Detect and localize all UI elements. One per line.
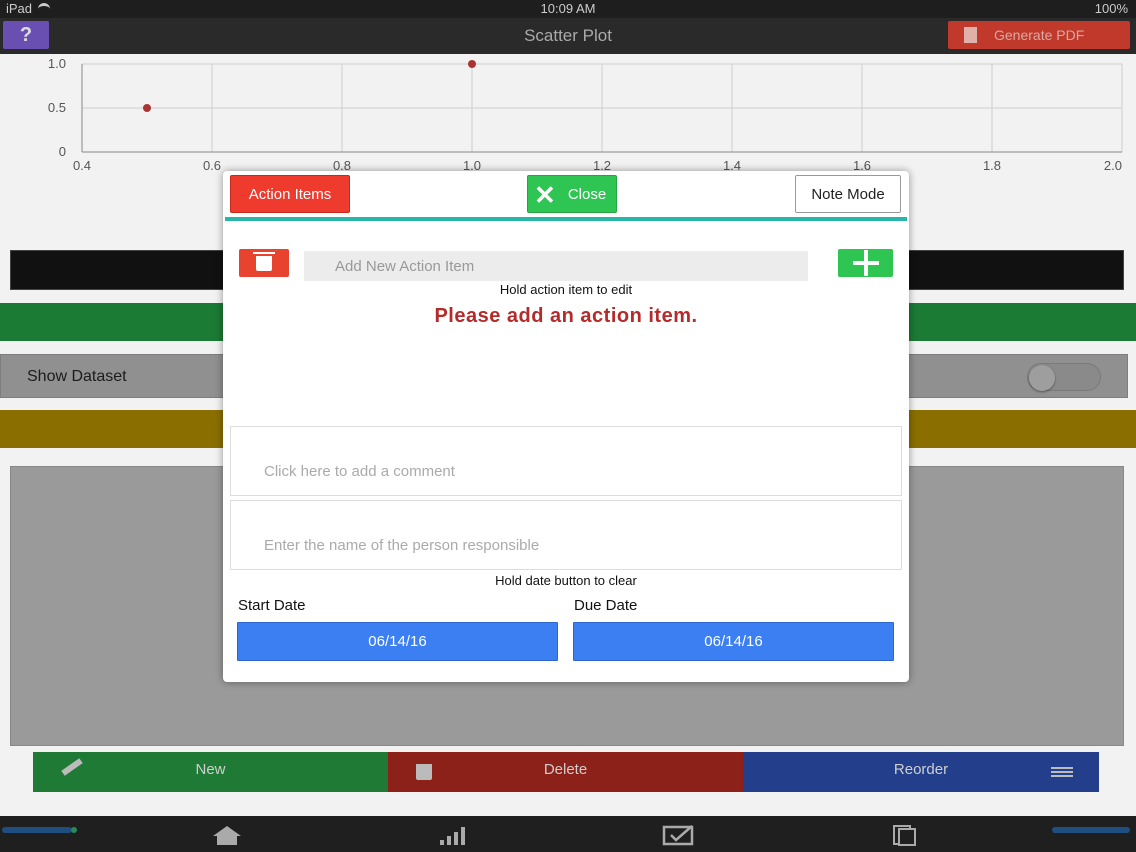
tab-divider — [225, 217, 907, 221]
delete-action-item-button[interactable] — [239, 249, 289, 277]
brand-logo-left — [2, 824, 80, 839]
generate-pdf-button[interactable]: Generate PDF — [948, 21, 1130, 49]
date-hint: Hold date button to clear — [495, 573, 637, 588]
close-button[interactable]: ✕ Close — [527, 175, 617, 213]
bar-chart-icon[interactable] — [438, 824, 468, 846]
document-icon — [964, 27, 977, 43]
empty-state-message: Please add an action item. — [434, 305, 698, 327]
documents-icon-graphic — [893, 825, 916, 846]
note-mode-button[interactable]: Note Mode — [795, 175, 901, 213]
nav-bar: ? Scatter Plot Generate PDF — [0, 18, 1136, 54]
trash-icon — [253, 252, 275, 271]
start-date-button[interactable]: 06/14/16 — [237, 622, 558, 661]
checklist-icon-graphic — [662, 825, 694, 846]
home-icon[interactable] — [211, 824, 241, 846]
due-date-button[interactable]: 06/14/16 — [573, 622, 894, 661]
action-items-modal: Action Items ✕ Close Note Mode Hold acti… — [223, 171, 909, 682]
tab-bar — [0, 816, 1136, 852]
bar-chart-icon-graphic — [440, 827, 465, 845]
home-icon-graphic — [213, 826, 241, 845]
battery-level: 100% — [1094, 1, 1128, 16]
checklist-icon[interactable] — [662, 824, 694, 846]
close-icon: ✕ — [534, 180, 556, 210]
status-bar: iPad 10:09 AM 100% — [0, 0, 1136, 18]
due-date-label: Due Date — [574, 597, 638, 614]
documents-icon[interactable] — [892, 824, 922, 846]
add-action-item-input[interactable] — [304, 251, 808, 281]
edit-hint: Hold action item to edit — [499, 282, 633, 297]
action-items-button[interactable]: Action Items — [230, 175, 350, 213]
person-responsible-field[interactable]: Enter the name of the person responsible — [230, 500, 902, 570]
brand-logo-left-graphic — [2, 827, 77, 833]
add-action-item-button[interactable] — [838, 249, 893, 277]
comment-field[interactable]: Click here to add a comment — [230, 426, 902, 496]
start-date-label: Start Date — [238, 597, 306, 614]
status-time: 10:09 AM — [540, 1, 596, 16]
close-label: Close — [567, 186, 607, 203]
brand-logo-right-graphic — [1052, 827, 1130, 833]
generate-pdf-label: Generate PDF — [994, 27, 1085, 43]
brand-logo-right — [1052, 824, 1130, 839]
